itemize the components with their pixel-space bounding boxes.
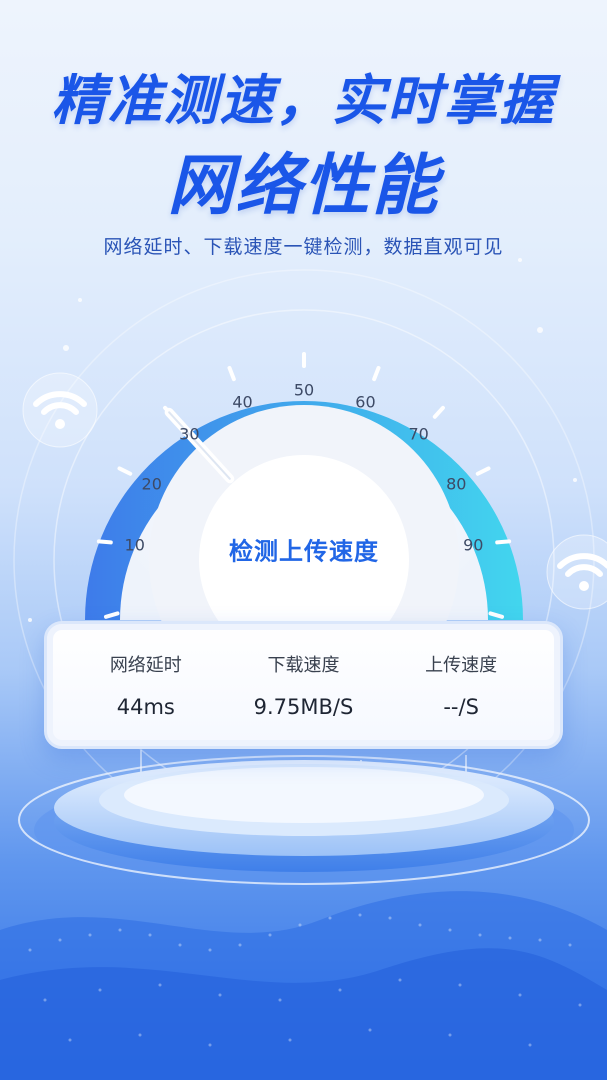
gauge-center-label: 检测上传速度 [229,537,379,566]
gauge-tick-label: 40 [232,392,253,411]
stat-label: 上传速度 [425,655,498,676]
gauge-tick [96,539,113,545]
gauge-tick [432,405,445,419]
gauge-tick-label: 80 [446,474,467,494]
gauge-tick-label: 50 [293,380,315,400]
gauge-tick-label: 10 [124,535,145,555]
stat-download: 下载速度 9.75MB/S [225,651,381,719]
stat-upload: 上传速度 --/S [383,651,539,719]
stat-value: --/S [443,695,479,719]
stat-label: 下载速度 [267,655,340,676]
gauge-tick [227,365,236,382]
stat-value: 9.75MB/S [253,695,354,719]
stat-value: 44ms [116,695,175,719]
gauge-tick-label: 90 [463,535,484,555]
gauge-tick [372,365,381,382]
gauge-tick [117,466,133,476]
stat-label: 网络延时 [109,655,182,676]
gauge-tick [495,539,512,545]
gauge-tick-label: 20 [141,474,162,494]
gauge-tick-label: 60 [355,392,376,411]
stat-latency: 网络延时 44ms [68,651,224,719]
gauge-tick [475,466,491,476]
stats-card: 网络延时 44ms 下载速度 9.75MB/S 上传速度 --/S [44,621,563,749]
gauge-tick-label: 70 [408,424,429,444]
gauge-tick-label: 30 [179,424,200,444]
